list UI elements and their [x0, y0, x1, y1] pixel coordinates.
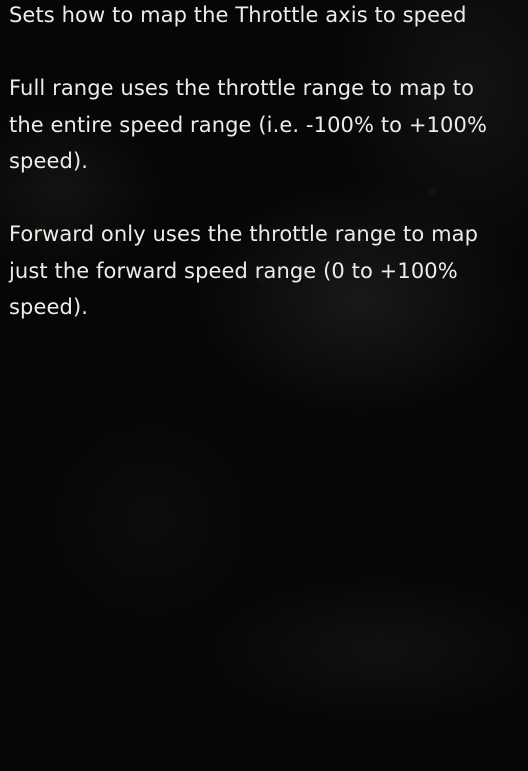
setting-description-tooltip: Sets how to map the Throttle axis to spe…	[9, 0, 509, 326]
description-full-range: Full range uses the throttle range to ma…	[9, 76, 488, 173]
description-summary: Sets how to map the Throttle axis to spe…	[9, 3, 467, 27]
description-forward-only: Forward only uses the throttle range to …	[9, 222, 479, 319]
